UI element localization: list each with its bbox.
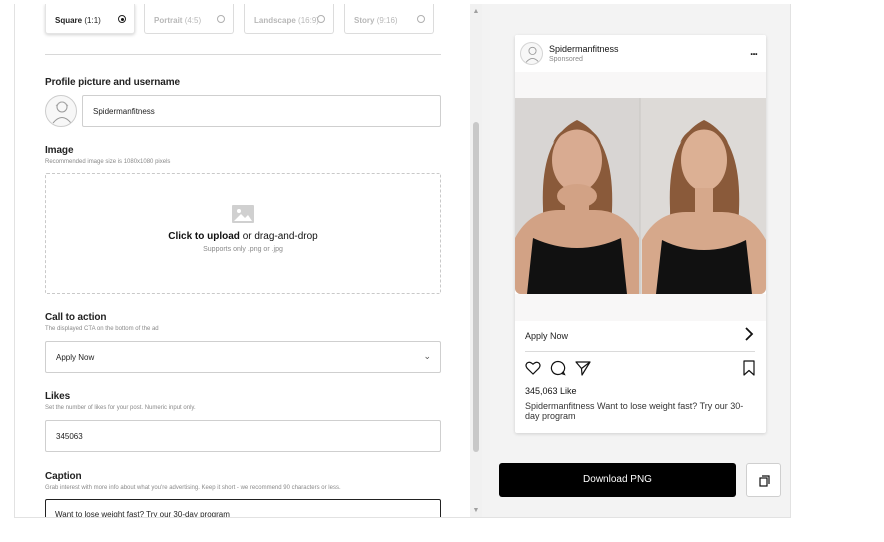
heart-icon[interactable] bbox=[525, 360, 541, 376]
bookmark-icon[interactable] bbox=[742, 360, 756, 376]
scroll-up-icon[interactable]: ▲ bbox=[472, 8, 480, 16]
image-section-label: Image bbox=[45, 145, 74, 156]
ratio-label: Portrait bbox=[154, 16, 183, 25]
comment-icon[interactable] bbox=[550, 360, 566, 376]
ratio-story-option[interactable]: Story (9:16) bbox=[344, 4, 434, 34]
preview-like-count: 345,063 Like bbox=[525, 386, 577, 396]
likes-section-label: Likes bbox=[45, 391, 71, 402]
profile-section-label: Profile picture and username bbox=[45, 77, 181, 88]
ratio-label: Square bbox=[55, 16, 83, 25]
editor-panel: Square (1:1) Portrait (4:5) Landscape (1… bbox=[15, 4, 470, 517]
likes-input[interactable]: 345063 bbox=[45, 420, 441, 452]
upload-link-text[interactable]: Click to upload bbox=[168, 231, 240, 242]
ratio-dimension: (1:1) bbox=[84, 16, 101, 25]
before-after-photo bbox=[515, 98, 766, 294]
preview-cta-label[interactable]: Apply Now bbox=[525, 331, 568, 341]
caption-username: Spidermanfitness bbox=[525, 401, 595, 411]
caption-hint: Grab interest with more info about what … bbox=[45, 485, 341, 491]
image-upload-dropzone[interactable]: Click to upload or drag-and-drop Support… bbox=[45, 173, 441, 294]
post-header: Spidermanfitness Sponsored ... bbox=[515, 35, 766, 72]
upload-format-hint: Supports only .png or .jpg bbox=[203, 246, 283, 253]
radio-icon bbox=[317, 15, 325, 23]
ratio-square-option[interactable]: Square (1:1) bbox=[45, 4, 135, 34]
ratio-landscape-option[interactable]: Landscape (16:9) bbox=[244, 4, 334, 34]
more-options-icon[interactable]: ... bbox=[750, 44, 758, 58]
copy-icon bbox=[759, 475, 770, 487]
upload-rest-text: or drag-and-drop bbox=[239, 231, 318, 242]
download-png-button[interactable]: Download PNG bbox=[499, 463, 736, 497]
copy-button[interactable] bbox=[746, 463, 781, 497]
sponsored-label: Sponsored bbox=[549, 56, 583, 63]
cta-selected-value: Apply Now bbox=[56, 353, 95, 362]
profile-avatar[interactable] bbox=[45, 95, 77, 127]
radio-icon bbox=[417, 15, 425, 23]
chevron-down-icon: ⌄ bbox=[423, 351, 431, 361]
image-bottom-padding bbox=[515, 294, 766, 321]
chevron-right-icon[interactable] bbox=[744, 327, 754, 344]
scroll-down-icon[interactable]: ▼ bbox=[472, 507, 480, 515]
cta-select[interactable]: Apply Now ⌄ bbox=[45, 341, 441, 373]
upload-instruction: Click to upload or drag-and-drop bbox=[46, 231, 440, 242]
image-placeholder-icon bbox=[232, 205, 254, 223]
ad-generator-frame: Square (1:1) Portrait (4:5) Landscape (1… bbox=[14, 4, 791, 518]
preview-panel: Spidermanfitness Sponsored ... Apply Now… bbox=[482, 4, 790, 517]
image-top-padding bbox=[515, 72, 766, 98]
ratio-dimension: (4:5) bbox=[184, 16, 202, 25]
caption-section-label: Caption bbox=[45, 471, 82, 482]
ratio-label: Story bbox=[354, 16, 375, 25]
ratio-portrait-option[interactable]: Portrait (4:5) bbox=[144, 4, 234, 34]
caption-textarea[interactable]: Want to lose weight fast? Try our 30-day… bbox=[45, 499, 441, 517]
post-action-icons bbox=[525, 360, 756, 378]
send-icon[interactable] bbox=[575, 360, 591, 376]
section-divider bbox=[45, 54, 441, 55]
image-hint: Recommended image size is 1080x1080 pixe… bbox=[45, 159, 171, 165]
aspect-ratio-selector: Square (1:1) Portrait (4:5) Landscape (1… bbox=[45, 4, 465, 34]
cta-section-label: Call to action bbox=[45, 312, 107, 323]
preview-caption: Spidermanfitness Want to lose weight fas… bbox=[525, 401, 750, 421]
username-input[interactable]: Spidermanfitness bbox=[82, 95, 441, 127]
cta-hint: The displayed CTA on the bottom of the a… bbox=[45, 326, 159, 332]
post-avatar bbox=[520, 42, 543, 65]
ratio-dimension: (16:9) bbox=[298, 16, 319, 25]
editor-scrollbar[interactable]: ▲ ▼ bbox=[470, 4, 482, 517]
radio-icon bbox=[217, 15, 225, 23]
likes-hint: Set the number of likes for your post. N… bbox=[45, 405, 196, 411]
cta-divider bbox=[525, 351, 755, 352]
ratio-dimension: (9:16) bbox=[376, 16, 398, 25]
scrollbar-thumb[interactable] bbox=[473, 122, 479, 452]
radio-selected-icon bbox=[118, 15, 126, 23]
ratio-label: Landscape bbox=[254, 16, 296, 25]
post-username: Spidermanfitness bbox=[549, 44, 619, 54]
ad-preview-card: Spidermanfitness Sponsored ... Apply Now… bbox=[515, 35, 766, 433]
post-image bbox=[515, 98, 766, 294]
